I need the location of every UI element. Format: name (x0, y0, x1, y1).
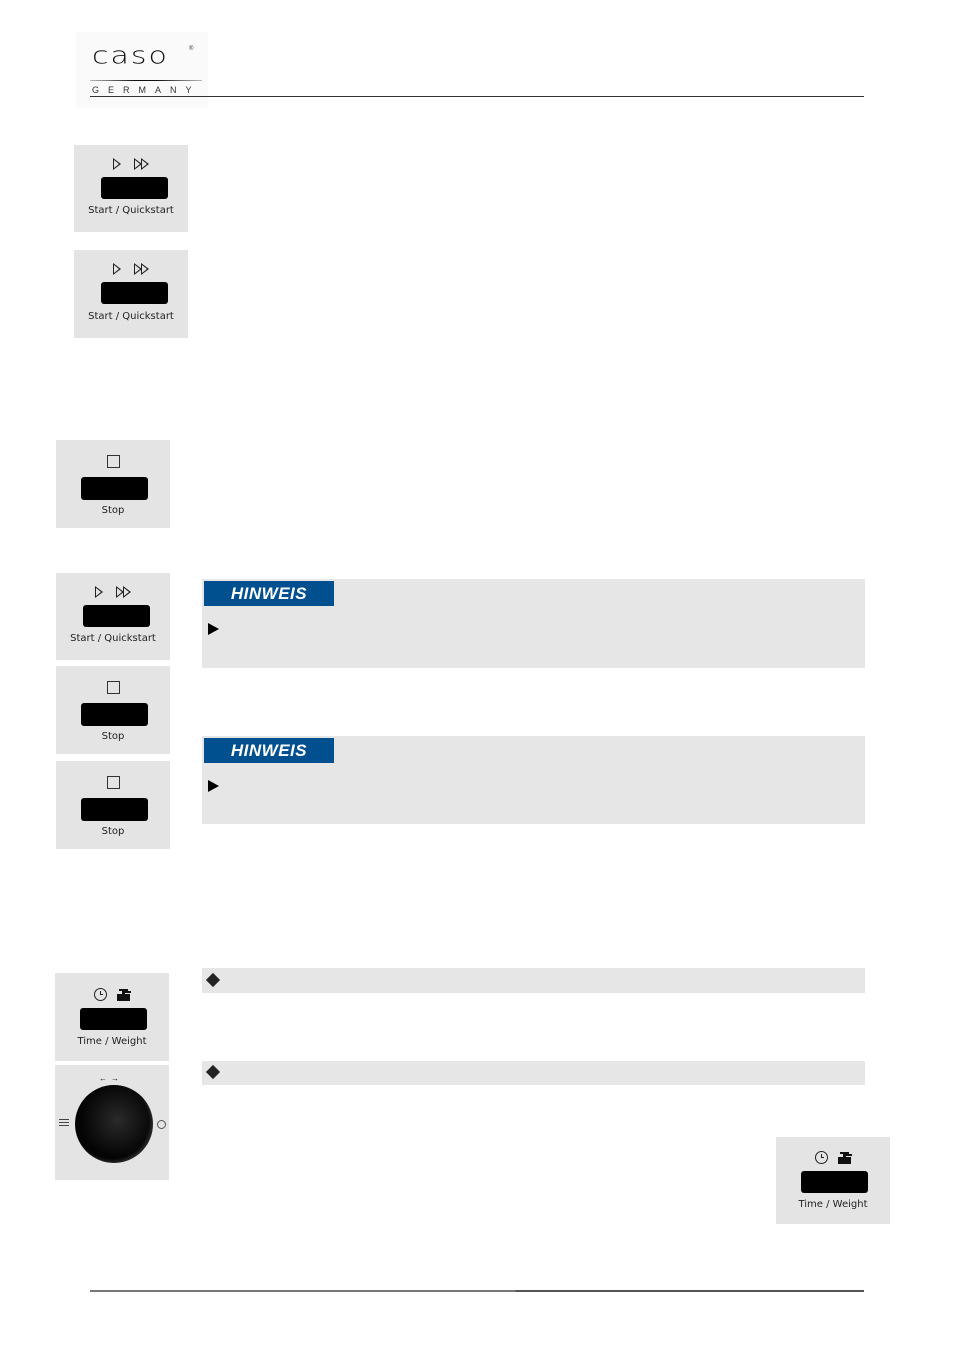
time-weight-label: Time / Weight (77, 1036, 147, 1047)
fast-forward-icon-2 (140, 158, 149, 170)
arrow-right-icon (208, 780, 219, 792)
fast-forward-icon-2 (140, 263, 149, 275)
stop-button[interactable] (81, 477, 148, 500)
start-icons (56, 585, 170, 603)
brand-wordmark: caso (92, 42, 169, 70)
start-quickstart-button[interactable] (83, 605, 150, 627)
stop-icons (56, 455, 170, 473)
play-icon (113, 263, 122, 275)
stop-square-icon (106, 776, 120, 789)
stop-square-icon (106, 681, 120, 694)
diamond-icon (205, 1064, 221, 1080)
play-icon (95, 586, 104, 598)
notice-badge: HINWEIS (204, 738, 334, 763)
start-quickstart-label: Start / Quickstart (88, 205, 174, 216)
header-divider (90, 96, 864, 97)
stop-label: Stop (101, 505, 125, 516)
start-quickstart-button[interactable] (101, 282, 168, 304)
rotary-knob[interactable] (75, 1085, 153, 1163)
stop-icons (56, 776, 170, 794)
info-strip (202, 1061, 865, 1085)
stop-button[interactable] (81, 703, 148, 726)
stop-label: Stop (101, 826, 125, 837)
notice-badge: HINWEIS (204, 581, 334, 606)
start-icons (74, 262, 188, 280)
time-weight-icons (55, 986, 169, 1004)
stop-panel: Stop (56, 666, 170, 754)
logo-underline (90, 80, 202, 81)
time-weight-icons (776, 1149, 890, 1167)
start-quickstart-label: Start / Quickstart (70, 633, 156, 644)
clock-icon (815, 1151, 828, 1165)
stop-panel: Stop (56, 761, 170, 849)
time-weight-button[interactable] (80, 1008, 147, 1030)
notice-box: HINWEIS (202, 736, 865, 824)
time-weight-label: Time / Weight (798, 1199, 868, 1210)
start-quickstart-panel: Start / Quickstart (74, 145, 188, 232)
stop-icons (56, 681, 170, 699)
start-quickstart-panel: Start / Quickstart (74, 250, 188, 338)
stop-square-icon (106, 455, 120, 468)
menu-list-icon (59, 1119, 69, 1128)
weight-icon (838, 1151, 851, 1164)
start-quickstart-button[interactable] (101, 177, 168, 199)
start-icons (74, 157, 188, 175)
time-weight-panel: Time / Weight (776, 1137, 890, 1224)
stop-panel: Stop (56, 440, 170, 528)
start-quickstart-panel: Start / Quickstart (56, 573, 170, 660)
fast-forward-icon-2 (122, 586, 131, 598)
stop-label: Stop (101, 731, 125, 742)
time-weight-panel: Time / Weight (55, 973, 169, 1061)
footer-divider (90, 1290, 864, 1292)
diamond-icon (205, 972, 221, 988)
clock-icon (94, 988, 107, 1002)
start-quickstart-label: Start / Quickstart (88, 311, 174, 322)
weight-icon (117, 988, 130, 1001)
registered-mark: ® (189, 46, 194, 52)
rotary-knob-panel: ←→ (55, 1065, 169, 1180)
rotate-arrows-icon: ←→ (99, 1074, 123, 1083)
stop-button[interactable] (81, 798, 148, 821)
notice-box: HINWEIS (202, 579, 865, 668)
info-strip (202, 968, 865, 993)
play-icon (113, 158, 122, 170)
time-weight-button[interactable] (801, 1171, 868, 1193)
clock-icon (157, 1120, 166, 1129)
arrow-right-icon (208, 623, 219, 635)
brand-subtitle: GERMANY (92, 85, 201, 95)
